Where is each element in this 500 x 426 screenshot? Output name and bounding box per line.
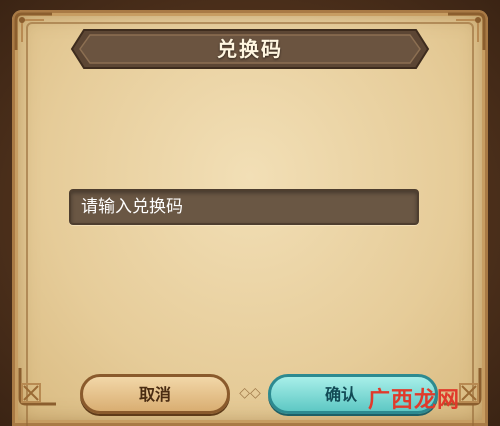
dialog-title: 兑换码 bbox=[217, 37, 283, 61]
corner-ornament-icon bbox=[14, 12, 54, 52]
corner-ornament-icon bbox=[446, 12, 486, 52]
cancel-button[interactable]: 取消 bbox=[80, 374, 230, 414]
watermark-text: 广西龙网 bbox=[368, 387, 461, 413]
game-screen: 兑换码 取消 ◇◇ 确认 广西龙网 bbox=[0, 0, 500, 426]
diamond-divider-icon: ◇◇ bbox=[239, 385, 261, 401]
title-banner: 兑换码 bbox=[70, 26, 430, 72]
celtic-knot-icon bbox=[18, 366, 58, 406]
redeem-code-input[interactable] bbox=[69, 189, 419, 225]
watermark-logo: 广西龙网 bbox=[362, 382, 492, 416]
